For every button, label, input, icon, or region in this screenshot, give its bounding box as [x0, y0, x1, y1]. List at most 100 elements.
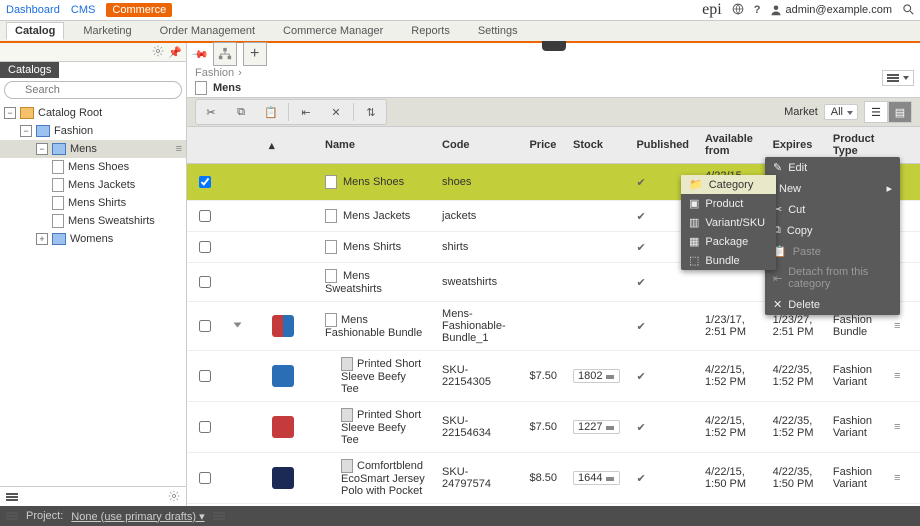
col-published[interactable]: Published	[628, 127, 697, 164]
col-stock[interactable]: Stock	[565, 127, 628, 164]
new-product[interactable]: ▣Product	[681, 194, 776, 213]
tree-search-input[interactable]	[4, 81, 182, 99]
cell-code: shoes	[434, 164, 521, 201]
row-checkbox[interactable]	[199, 241, 211, 253]
new-variant[interactable]: ▥Variant/SKU	[681, 213, 776, 232]
stock-pill[interactable]: 1802	[573, 369, 620, 383]
cell-code: SKU-22154634	[434, 402, 521, 453]
footer-options-icon[interactable]	[213, 511, 225, 521]
tree-root[interactable]: −Catalog Root	[0, 104, 186, 122]
cell-price	[521, 232, 565, 263]
check-icon: ✔	[636, 177, 645, 189]
cell-code: Mens-Fashionable-Bundle_1	[434, 302, 521, 351]
view-detail-icon[interactable]: ▤	[888, 101, 912, 123]
ctx-new[interactable]: New▸	[765, 178, 900, 199]
cell-avail: 4/22/15, 1:50 PM	[697, 453, 765, 504]
tab-marketing[interactable]: Marketing	[74, 22, 140, 40]
ctx-cut[interactable]: ✂Cut	[765, 199, 900, 220]
add-button[interactable]: +	[243, 42, 267, 66]
new-package[interactable]: ▦Package	[681, 232, 776, 251]
view-list-icon[interactable]: ☰	[864, 101, 888, 123]
ctx-edit[interactable]: ✎Edit	[765, 157, 900, 178]
tree-mens-jackets[interactable]: Mens Jackets	[0, 176, 186, 194]
tab-order-mgmt[interactable]: Order Management	[151, 22, 264, 40]
tab-reports[interactable]: Reports	[402, 22, 459, 40]
cell-price	[521, 164, 565, 201]
row-checkbox[interactable]	[199, 320, 211, 332]
footer-menu-icon[interactable]	[6, 511, 18, 521]
sitemap-icon[interactable]	[213, 42, 237, 66]
expand-caret-icon[interactable]	[234, 323, 242, 328]
help-icon[interactable]: ?	[754, 4, 761, 16]
cell-price	[521, 201, 565, 232]
tree-mens-shoes[interactable]: Mens Shoes	[0, 158, 186, 176]
ctx-copy[interactable]: ⧉Copy	[765, 220, 900, 241]
search-icon[interactable]	[902, 3, 914, 18]
new-bundle[interactable]: ⬚Bundle	[681, 251, 776, 270]
top-handle[interactable]	[542, 41, 566, 51]
stock-pill[interactable]: 1227	[573, 420, 620, 434]
x-icon: ✕	[773, 298, 782, 311]
panel-pin-icon[interactable]: 📌	[168, 46, 182, 59]
pencil-icon: ✎	[773, 161, 782, 174]
tree-fashion[interactable]: −Fashion	[0, 122, 186, 140]
link-cms[interactable]: CMS	[71, 4, 95, 16]
tree-footer-menu-icon[interactable]	[6, 492, 18, 502]
stock-pill[interactable]: 1644	[573, 471, 620, 485]
cell-published: ✔	[628, 402, 697, 453]
detach-icon[interactable]: ⇤	[293, 102, 319, 122]
tree-womens[interactable]: +Womens	[0, 230, 186, 248]
cell-stock: 1227	[565, 402, 628, 453]
row-checkbox[interactable]	[199, 176, 211, 188]
link-dashboard[interactable]: Dashboard	[6, 4, 60, 16]
link-commerce[interactable]: Commerce	[106, 3, 172, 17]
table-row[interactable]: Printed Short Sleeve Beefy TeeSKU-221546…	[187, 402, 920, 453]
tab-commerce-mgr[interactable]: Commerce Manager	[274, 22, 392, 40]
ctx-delete[interactable]: ✕Delete	[765, 294, 900, 315]
table-row[interactable]: Comfortblend EcoSmart Jersey Polo with P…	[187, 453, 920, 504]
market-select[interactable]: All	[824, 104, 858, 120]
globe-icon[interactable]	[732, 3, 744, 18]
row-context-menu: ✎Edit New▸ ✂Cut ⧉Copy 📋Paste ⇤Detach fro…	[765, 157, 900, 315]
row-menu-icon[interactable]: ≡	[886, 402, 920, 453]
cell-stock	[565, 232, 628, 263]
row-checkbox[interactable]	[199, 370, 211, 382]
breadcrumb-parent[interactable]: Fashion	[195, 67, 234, 79]
delete-icon[interactable]: ✕	[323, 102, 349, 122]
cell-code: SKU-22154305	[434, 351, 521, 402]
col-avail[interactable]: Available from	[697, 127, 765, 164]
tab-settings[interactable]: Settings	[469, 22, 527, 40]
cut-icon[interactable]: ✂	[198, 102, 224, 122]
new-category[interactable]: 📁Category	[681, 175, 776, 194]
table-row[interactable]: Printed Short Sleeve Beefy TeeSKU-221543…	[187, 351, 920, 402]
cell-stock	[565, 302, 628, 351]
panel-tab-catalogs[interactable]: Catalogs	[0, 62, 59, 78]
row-menu-icon[interactable]: ≡	[886, 453, 920, 504]
tree-mens-shirts[interactable]: Mens Shirts	[0, 194, 186, 212]
row-checkbox[interactable]	[199, 421, 211, 433]
tree-mens[interactable]: −Mens≡	[0, 140, 186, 158]
row-checkbox[interactable]	[199, 472, 211, 484]
catalog-tree: −Catalog Root −Fashion −Mens≡ Mens Shoes…	[0, 102, 186, 486]
grid-toolbar: ✂ ⧉ 📋 ⇤ ✕ ⇅	[195, 99, 387, 125]
sort-icon[interactable]: ⇅	[358, 102, 384, 122]
col-code[interactable]: Code	[434, 127, 521, 164]
row-menu-icon[interactable]: ≡	[886, 351, 920, 402]
folder-icon: 📁	[689, 178, 703, 191]
tree-footer-gear-icon[interactable]	[168, 490, 180, 505]
cell-name: Mens Shirts	[317, 232, 434, 263]
tab-catalog[interactable]: Catalog	[6, 22, 64, 40]
copy-icon[interactable]: ⧉	[228, 102, 254, 122]
main-pin-icon[interactable]: 📌	[190, 45, 209, 64]
col-name[interactable]: Name	[317, 127, 434, 164]
view-settings-dropdown[interactable]	[882, 70, 914, 86]
row-checkbox[interactable]	[199, 210, 211, 222]
col-price[interactable]: Price	[521, 127, 565, 164]
check-icon: ✔	[636, 422, 645, 434]
paste-icon[interactable]: 📋	[258, 102, 284, 122]
user-menu[interactable]: admin@example.com	[770, 4, 892, 16]
tree-mens-sweatshirts[interactable]: Mens Sweatshirts	[0, 212, 186, 230]
project-selector[interactable]: None (use primary drafts) ▾	[71, 510, 204, 523]
panel-gear-icon[interactable]	[152, 45, 164, 60]
row-checkbox[interactable]	[199, 276, 211, 288]
